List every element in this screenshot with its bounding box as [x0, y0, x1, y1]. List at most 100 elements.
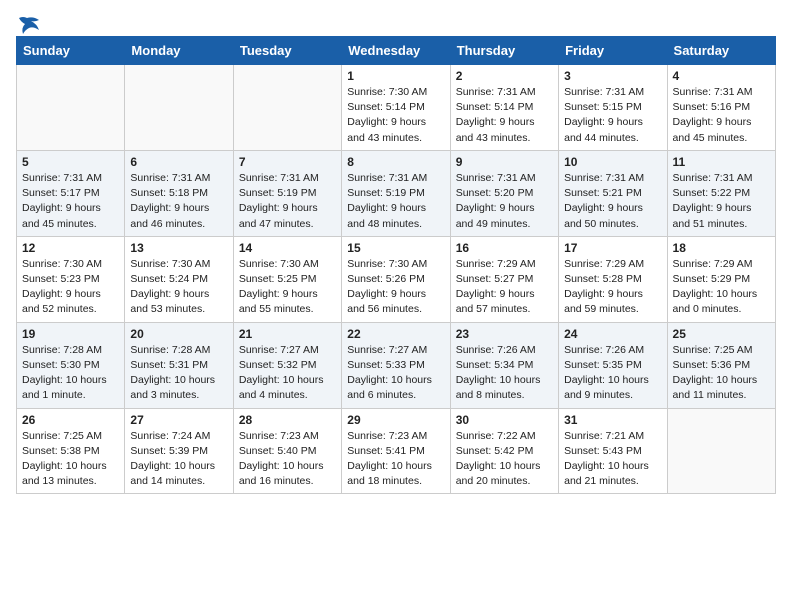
weekday-header: Saturday — [667, 37, 775, 65]
day-info: Sunrise: 7:27 AM Sunset: 5:33 PM Dayligh… — [347, 343, 444, 404]
day-info: Sunrise: 7:30 AM Sunset: 5:24 PM Dayligh… — [130, 257, 227, 318]
calendar-cell: 27 Sunrise: 7:24 AM Sunset: 5:39 PM Dayli… — [125, 408, 233, 494]
calendar-cell: 10 Sunrise: 7:31 AM Sunset: 5:21 PM Dayli… — [559, 150, 667, 236]
day-number: 29 — [347, 413, 444, 427]
day-info: Sunrise: 7:31 AM Sunset: 5:19 PM Dayligh… — [347, 171, 444, 232]
day-info: Sunrise: 7:28 AM Sunset: 5:30 PM Dayligh… — [22, 343, 119, 404]
day-number: 27 — [130, 413, 227, 427]
day-info: Sunrise: 7:31 AM Sunset: 5:21 PM Dayligh… — [564, 171, 661, 232]
day-number: 15 — [347, 241, 444, 255]
day-info: Sunrise: 7:22 AM Sunset: 5:42 PM Dayligh… — [456, 429, 553, 490]
calendar-cell — [17, 65, 125, 151]
calendar-cell: 7 Sunrise: 7:31 AM Sunset: 5:19 PM Daylig… — [233, 150, 341, 236]
day-info: Sunrise: 7:31 AM Sunset: 5:16 PM Dayligh… — [673, 85, 770, 146]
logo-bird-icon — [19, 16, 41, 34]
day-info: Sunrise: 7:29 AM Sunset: 5:28 PM Dayligh… — [564, 257, 661, 318]
calendar-cell: 13 Sunrise: 7:30 AM Sunset: 5:24 PM Dayli… — [125, 236, 233, 322]
calendar-cell: 31Sunrise: 7:21 AM Sunset: 5:43 PM Dayli… — [559, 408, 667, 494]
day-info: Sunrise: 7:31 AM Sunset: 5:18 PM Dayligh… — [130, 171, 227, 232]
day-info: Sunrise: 7:23 AM Sunset: 5:40 PM Dayligh… — [239, 429, 336, 490]
calendar-cell: 19 Sunrise: 7:28 AM Sunset: 5:30 PM Dayli… — [17, 322, 125, 408]
day-info: Sunrise: 7:29 AM Sunset: 5:27 PM Dayligh… — [456, 257, 553, 318]
day-number: 1 — [347, 69, 444, 83]
day-number: 22 — [347, 327, 444, 341]
calendar-cell: 3Sunrise: 7:31 AM Sunset: 5:15 PM Daylig… — [559, 65, 667, 151]
day-info: Sunrise: 7:31 AM Sunset: 5:15 PM Dayligh… — [564, 85, 661, 146]
day-number: 26 — [22, 413, 119, 427]
calendar-cell: 30 Sunrise: 7:22 AM Sunset: 5:42 PM Dayli… — [450, 408, 558, 494]
day-number: 8 — [347, 155, 444, 169]
day-number: 7 — [239, 155, 336, 169]
calendar-cell: 29 Sunrise: 7:23 AM Sunset: 5:41 PM Dayli… — [342, 408, 450, 494]
day-info: Sunrise: 7:23 AM Sunset: 5:41 PM Dayligh… — [347, 429, 444, 490]
weekday-header: Thursday — [450, 37, 558, 65]
calendar-cell: 2 Sunrise: 7:31 AM Sunset: 5:14 PM Daylig… — [450, 65, 558, 151]
calendar-cell: 4 Sunrise: 7:31 AM Sunset: 5:16 PM Daylig… — [667, 65, 775, 151]
calendar-week-row: 26 Sunrise: 7:25 AM Sunset: 5:38 PM Dayli… — [17, 408, 776, 494]
day-number: 31 — [564, 413, 661, 427]
day-info: Sunrise: 7:30 AM Sunset: 5:26 PM Dayligh… — [347, 257, 444, 318]
day-info: Sunrise: 7:24 AM Sunset: 5:39 PM Dayligh… — [130, 429, 227, 490]
calendar-cell — [233, 65, 341, 151]
day-number: 5 — [22, 155, 119, 169]
day-info: Sunrise: 7:25 AM Sunset: 5:36 PM Dayligh… — [673, 343, 770, 404]
day-info: Sunrise: 7:25 AM Sunset: 5:38 PM Dayligh… — [22, 429, 119, 490]
calendar-cell: 15 Sunrise: 7:30 AM Sunset: 5:26 PM Dayli… — [342, 236, 450, 322]
day-info: Sunrise: 7:31 AM Sunset: 5:17 PM Dayligh… — [22, 171, 119, 232]
day-number: 11 — [673, 155, 770, 169]
day-info: Sunrise: 7:26 AM Sunset: 5:35 PM Dayligh… — [564, 343, 661, 404]
day-number: 19 — [22, 327, 119, 341]
calendar-cell: 8 Sunrise: 7:31 AM Sunset: 5:19 PM Daylig… — [342, 150, 450, 236]
calendar-cell: 25 Sunrise: 7:25 AM Sunset: 5:36 PM Dayli… — [667, 322, 775, 408]
day-number: 25 — [673, 327, 770, 341]
calendar-cell — [125, 65, 233, 151]
day-number: 2 — [456, 69, 553, 83]
day-number: 9 — [456, 155, 553, 169]
day-info: Sunrise: 7:31 AM Sunset: 5:22 PM Dayligh… — [673, 171, 770, 232]
page-container: SundayMondayTuesdayWednesdayThursdayFrid… — [0, 0, 792, 504]
day-info: Sunrise: 7:30 AM Sunset: 5:23 PM Dayligh… — [22, 257, 119, 318]
calendar-week-row: 19 Sunrise: 7:28 AM Sunset: 5:30 PM Dayli… — [17, 322, 776, 408]
day-number: 16 — [456, 241, 553, 255]
calendar-cell: 5 Sunrise: 7:31 AM Sunset: 5:17 PM Daylig… — [17, 150, 125, 236]
weekday-header: Monday — [125, 37, 233, 65]
day-number: 10 — [564, 155, 661, 169]
day-info: Sunrise: 7:30 AM Sunset: 5:14 PM Dayligh… — [347, 85, 444, 146]
calendar-cell: 14 Sunrise: 7:30 AM Sunset: 5:25 PM Dayli… — [233, 236, 341, 322]
calendar-cell: 26 Sunrise: 7:25 AM Sunset: 5:38 PM Dayli… — [17, 408, 125, 494]
day-number: 23 — [456, 327, 553, 341]
calendar-cell: 18Sunrise: 7:29 AM Sunset: 5:29 PM Dayli… — [667, 236, 775, 322]
calendar-week-row: 1 Sunrise: 7:30 AM Sunset: 5:14 PM Daylig… — [17, 65, 776, 151]
calendar-cell: 28 Sunrise: 7:23 AM Sunset: 5:40 PM Dayli… — [233, 408, 341, 494]
day-number: 21 — [239, 327, 336, 341]
calendar-week-row: 12 Sunrise: 7:30 AM Sunset: 5:23 PM Dayli… — [17, 236, 776, 322]
day-number: 12 — [22, 241, 119, 255]
weekday-header: Tuesday — [233, 37, 341, 65]
calendar-cell: 9Sunrise: 7:31 AM Sunset: 5:20 PM Daylig… — [450, 150, 558, 236]
day-number: 13 — [130, 241, 227, 255]
day-number: 28 — [239, 413, 336, 427]
day-number: 14 — [239, 241, 336, 255]
day-info: Sunrise: 7:30 AM Sunset: 5:25 PM Dayligh… — [239, 257, 336, 318]
calendar-cell: 22 Sunrise: 7:27 AM Sunset: 5:33 PM Dayli… — [342, 322, 450, 408]
calendar-cell: 6 Sunrise: 7:31 AM Sunset: 5:18 PM Daylig… — [125, 150, 233, 236]
calendar-cell: 16 Sunrise: 7:29 AM Sunset: 5:27 PM Dayli… — [450, 236, 558, 322]
weekday-header: Sunday — [17, 37, 125, 65]
day-number: 4 — [673, 69, 770, 83]
day-number: 6 — [130, 155, 227, 169]
calendar-cell: 17Sunrise: 7:29 AM Sunset: 5:28 PM Dayli… — [559, 236, 667, 322]
logo — [16, 16, 41, 32]
calendar-header-row: SundayMondayTuesdayWednesdayThursdayFrid… — [17, 37, 776, 65]
calendar-cell: 11 Sunrise: 7:31 AM Sunset: 5:22 PM Dayli… — [667, 150, 775, 236]
day-info: Sunrise: 7:31 AM Sunset: 5:14 PM Dayligh… — [456, 85, 553, 146]
day-info: Sunrise: 7:31 AM Sunset: 5:19 PM Dayligh… — [239, 171, 336, 232]
calendar-week-row: 5 Sunrise: 7:31 AM Sunset: 5:17 PM Daylig… — [17, 150, 776, 236]
day-info: Sunrise: 7:28 AM Sunset: 5:31 PM Dayligh… — [130, 343, 227, 404]
calendar-cell: 23Sunrise: 7:26 AM Sunset: 5:34 PM Dayli… — [450, 322, 558, 408]
calendar-table: SundayMondayTuesdayWednesdayThursdayFrid… — [16, 36, 776, 494]
day-number: 24 — [564, 327, 661, 341]
day-number: 30 — [456, 413, 553, 427]
page-header — [16, 16, 776, 32]
calendar-cell: 24 Sunrise: 7:26 AM Sunset: 5:35 PM Dayli… — [559, 322, 667, 408]
calendar-cell: 21Sunrise: 7:27 AM Sunset: 5:32 PM Dayli… — [233, 322, 341, 408]
